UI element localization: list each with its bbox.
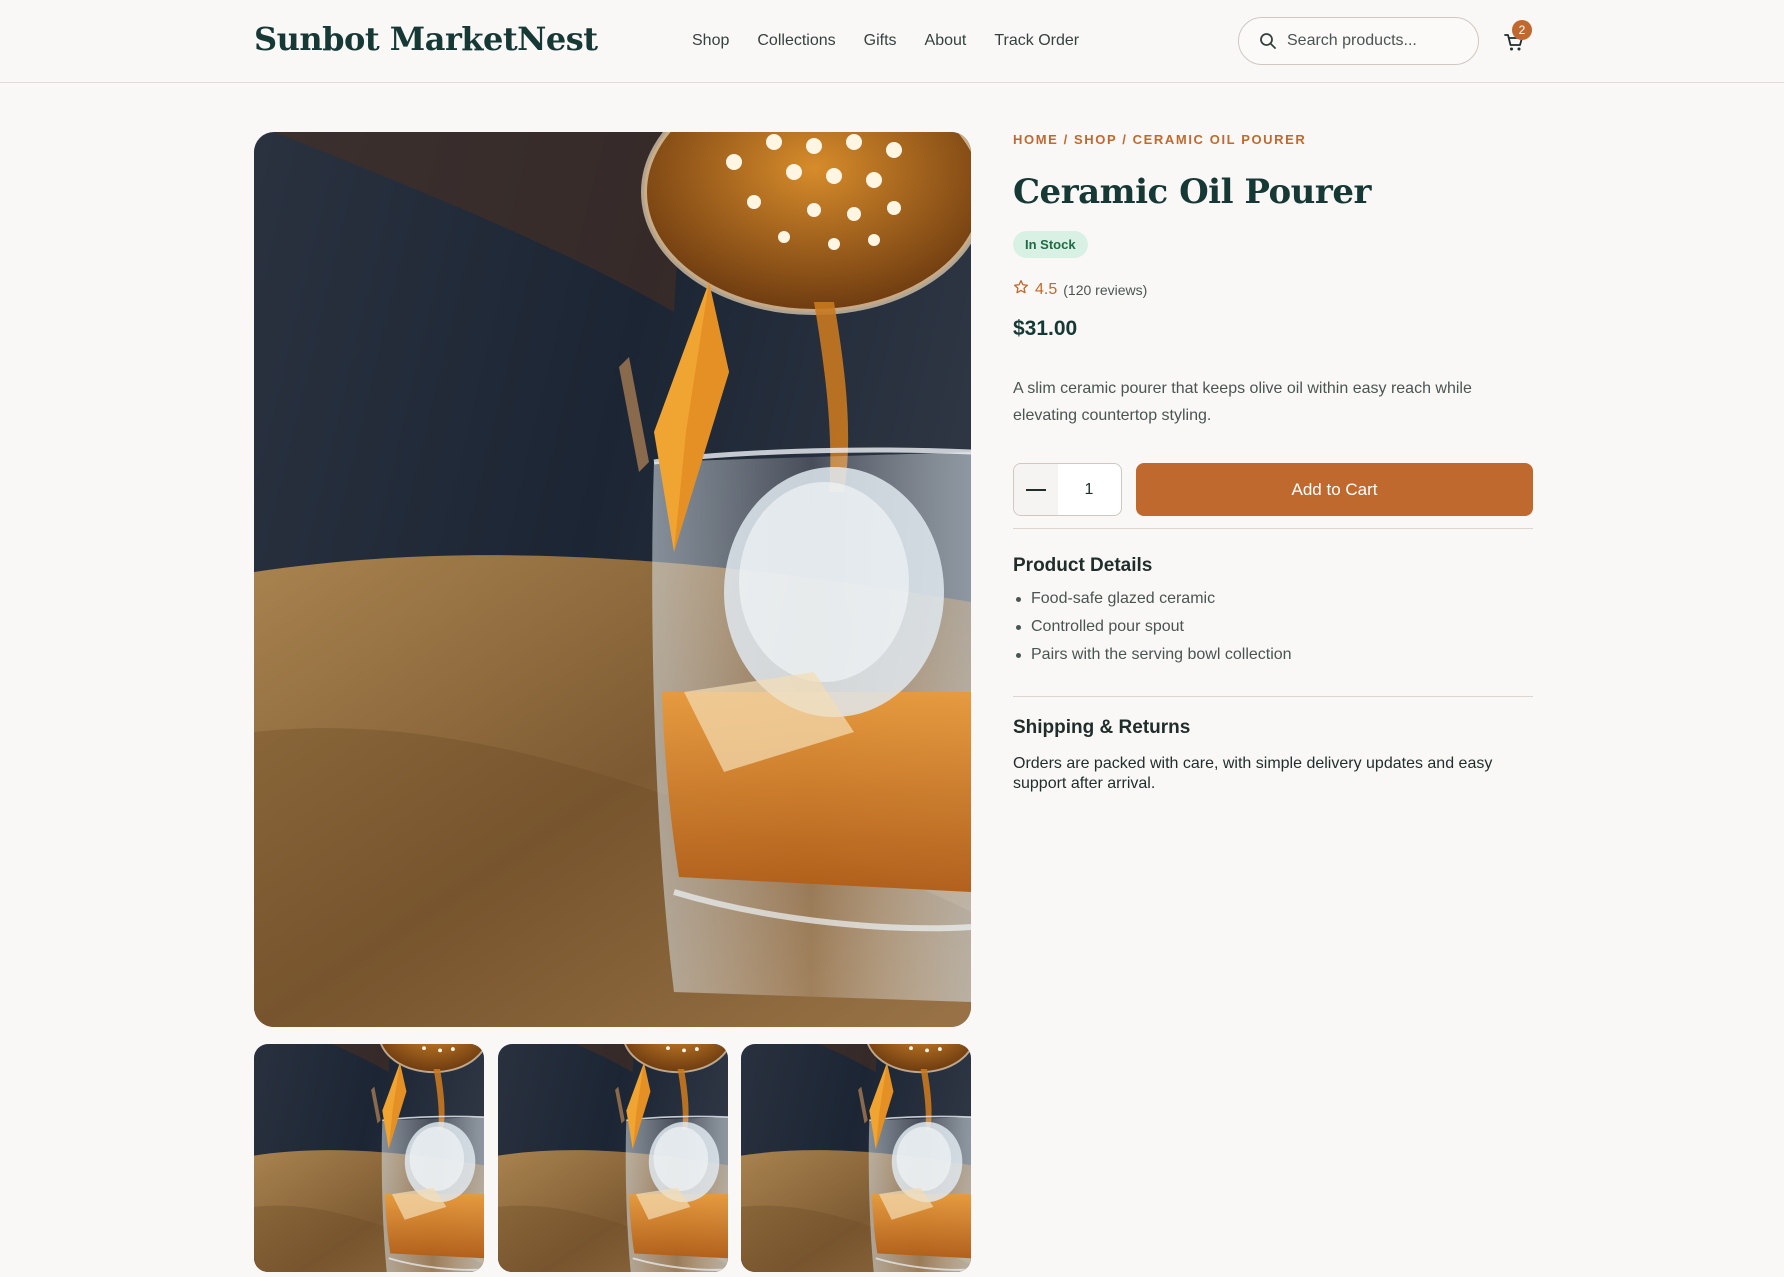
- review-count[interactable]: (120 reviews): [1063, 282, 1147, 298]
- nav-track-order[interactable]: Track Order: [994, 32, 1079, 50]
- divider: [1013, 528, 1533, 529]
- rating-value: 4.5: [1035, 280, 1058, 298]
- list-item: Pairs with the serving bowl collection: [1013, 641, 1292, 669]
- nav-gifts[interactable]: Gifts: [864, 32, 897, 50]
- search-box[interactable]: [1238, 17, 1479, 65]
- shipping-returns-text: Orders are packed with care, with simple…: [1013, 755, 1493, 792]
- list-item: Food-safe glazed ceramic: [1013, 585, 1292, 613]
- product-description: A slim ceramic pourer that keeps olive o…: [1013, 380, 1472, 424]
- search-input[interactable]: [1287, 32, 1457, 50]
- product-title: Ceramic Oil Pourer: [1013, 172, 1371, 212]
- search-icon: [1259, 32, 1277, 50]
- site-header: Sunbot MarketNest Shop Collections Gifts…: [0, 0, 1784, 83]
- shipping-returns-heading: Shipping & Returns: [1013, 717, 1191, 738]
- nav-shop[interactable]: Shop: [692, 32, 729, 50]
- product-thumbnail-2[interactable]: [498, 1044, 728, 1272]
- cart-count-badge: 2: [1512, 20, 1532, 40]
- quantity-stepper: [1013, 463, 1122, 516]
- product-details-list: Food-safe glazed ceramic Controlled pour…: [1013, 585, 1292, 669]
- product-price: $31.00: [1013, 317, 1078, 340]
- minus-icon: [1026, 488, 1046, 491]
- product-main-image[interactable]: [254, 132, 971, 1027]
- nav-about[interactable]: About: [925, 32, 967, 50]
- stock-badge: In Stock: [1013, 231, 1088, 258]
- star-icon: [1013, 279, 1029, 300]
- list-item: Controlled pour spout: [1013, 613, 1292, 641]
- product-rating: 4.5 (120 reviews): [1013, 279, 1147, 300]
- divider: [1013, 696, 1533, 697]
- product-thumbnail-3[interactable]: [741, 1044, 971, 1272]
- main-nav: Shop Collections Gifts About Track Order: [692, 32, 1079, 50]
- product-details-heading: Product Details: [1013, 555, 1153, 576]
- quantity-input[interactable]: [1058, 480, 1120, 499]
- product-thumbnail-1[interactable]: [254, 1044, 484, 1272]
- decrease-quantity-button[interactable]: [1014, 464, 1058, 515]
- breadcrumb[interactable]: HOME / SHOP / CERAMIC OIL POURER: [1013, 132, 1306, 147]
- add-to-cart-button[interactable]: Add to Cart: [1136, 463, 1533, 516]
- nav-collections[interactable]: Collections: [757, 32, 835, 50]
- brand-logo[interactable]: Sunbot MarketNest: [254, 20, 598, 58]
